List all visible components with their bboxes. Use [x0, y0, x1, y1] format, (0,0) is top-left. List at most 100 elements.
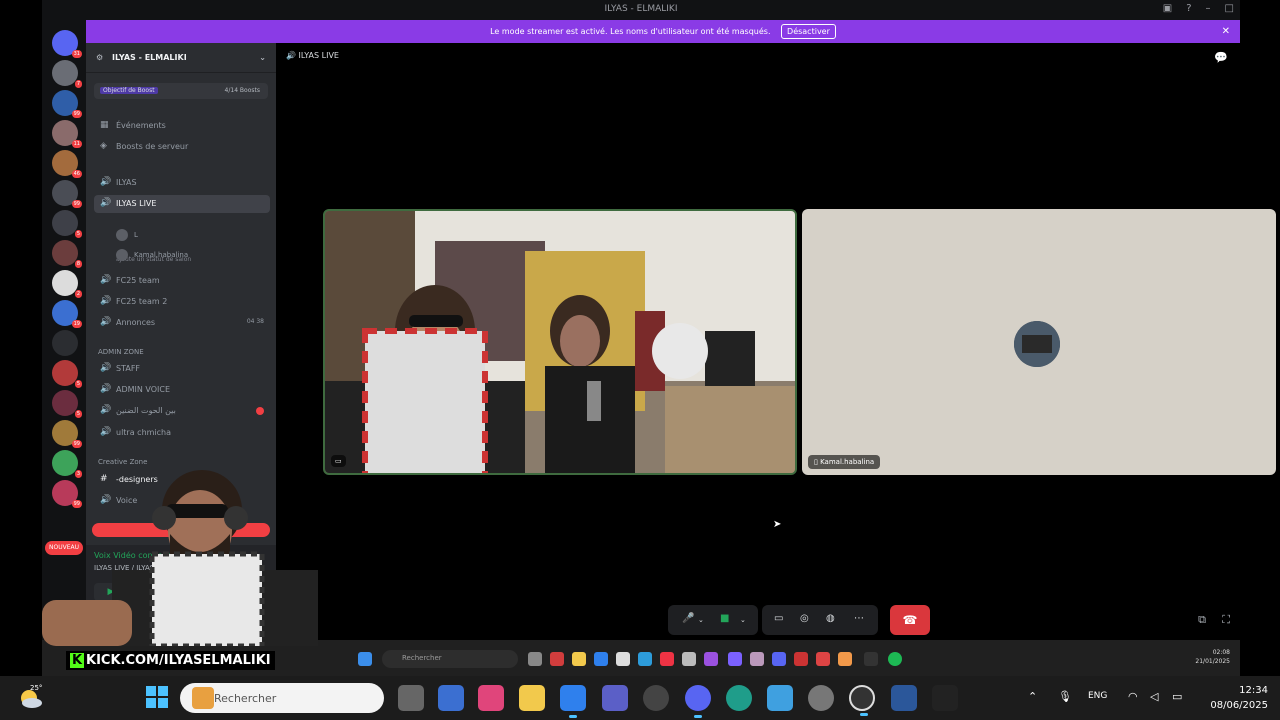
voice-channel[interactable]: 🔊 ultra chmicha [94, 424, 270, 442]
file-explorer-icon[interactable] [519, 685, 545, 711]
app-icon[interactable] [767, 685, 793, 711]
category-admin-zone[interactable]: ADMIN ZONE [98, 348, 144, 356]
app-icon[interactable] [682, 652, 696, 666]
voice-channel[interactable]: 🔊 ILYAS [94, 174, 270, 192]
voice-channel-active[interactable]: 🔊 ILYAS LIVE [94, 195, 270, 213]
app-icon[interactable] [528, 652, 542, 666]
wifi-icon[interactable]: ◠ [1128, 690, 1138, 703]
fullscreen-icon[interactable]: ⛶ [1222, 613, 1230, 627]
clock[interactable]: 12:34 08/06/2025 [1210, 683, 1268, 713]
server-icon[interactable]: 99 [52, 90, 82, 118]
voice-channel[interactable]: 🔊 Annonces 04 38 [94, 314, 270, 332]
home-button[interactable]: 31 [52, 30, 82, 58]
speaker-icon: 🔊 [100, 198, 112, 208]
boost-progress[interactable]: Objectif de Boost 4/14 Boosts [94, 83, 268, 99]
server-icon[interactable]: 8 [52, 240, 82, 268]
app-icon[interactable] [794, 652, 808, 666]
chevron-up-icon[interactable]: ⌃ [1028, 690, 1037, 703]
voice-member[interactable]: L [116, 229, 138, 241]
edge-icon[interactable] [726, 685, 752, 711]
spotify-icon[interactable] [888, 652, 902, 666]
chat-icon[interactable]: 💬 [1214, 51, 1228, 64]
volume-icon[interactable]: ◁ [1150, 690, 1158, 703]
settings-icon[interactable] [808, 685, 834, 711]
voice-channel[interactable]: 🔊 بين الحوت الضنين [94, 402, 270, 420]
start-button[interactable] [146, 686, 168, 708]
voice-member[interactable]: Kamal.habalina [116, 249, 188, 261]
edge-icon[interactable] [594, 652, 608, 666]
microphone-icon[interactable]: 🎙 [1058, 690, 1072, 703]
windows-start-icon[interactable] [358, 652, 372, 666]
app-icon[interactable] [728, 652, 742, 666]
voice-channel[interactable]: 🔊 ADMIN VOICE [94, 381, 270, 399]
task-view-icon[interactable] [398, 685, 424, 711]
battery-icon[interactable]: ▭ [1172, 690, 1182, 703]
app-icon[interactable] [864, 652, 878, 666]
app-icon[interactable] [616, 652, 630, 666]
word-icon[interactable] [891, 685, 917, 711]
microphone-icon[interactable]: 🎤 [682, 613, 694, 624]
server-icon[interactable]: 19 [52, 300, 82, 328]
server-icon[interactable]: 5 [52, 390, 82, 418]
minimize-icon[interactable]: – [1206, 3, 1211, 14]
folder-icon[interactable] [572, 652, 586, 666]
help-icon[interactable]: ? [1186, 3, 1191, 14]
popout-icon[interactable]: ⧉ [1198, 613, 1206, 627]
disconnect-button[interactable]: ☎ [890, 605, 930, 635]
server-icon[interactable]: 5 [52, 210, 82, 238]
camera-icon[interactable]: ■ [720, 613, 729, 624]
app-icon[interactable] [750, 652, 764, 666]
server-icon[interactable]: 46 [52, 150, 82, 178]
more-icon[interactable]: ⋯ [854, 613, 864, 624]
speaker-icon: 🔊 [100, 275, 112, 285]
activity-icon[interactable]: ◎ [800, 613, 809, 624]
inner-search-input[interactable]: Rechercher [382, 650, 518, 668]
events-item[interactable]: ▦ Événements [94, 117, 270, 135]
server-icon[interactable]: 5 [52, 360, 82, 388]
discord-icon[interactable] [685, 685, 711, 718]
category-creative-zone[interactable]: Creative Zone [98, 458, 147, 466]
close-icon[interactable]: ✕ [1222, 20, 1230, 43]
app-icon[interactable] [816, 652, 830, 666]
teams-icon[interactable] [602, 685, 628, 711]
video-tile-participant[interactable]: ▯ Kamal.habalina [802, 209, 1276, 475]
chevron-down-icon[interactable]: ⌄ [740, 616, 746, 624]
app-icon[interactable] [438, 685, 464, 711]
server-header[interactable]: ⚙ ILYAS - ELMALIKI ⌄ [86, 43, 276, 73]
server-boosts-item[interactable]: ◈ Boosts de serveur [94, 138, 270, 156]
chevron-down-icon[interactable]: ⌄ [698, 616, 704, 624]
server-icon[interactable]: 2 [52, 270, 82, 298]
server-icon[interactable]: 99 [52, 180, 82, 208]
voice-channel[interactable]: 🔊 STAFF [94, 360, 270, 378]
disable-button[interactable]: Désactiver [781, 24, 836, 39]
window-title: ILYAS - ELMALIKI [604, 4, 678, 14]
app-icon[interactable] [638, 652, 652, 666]
outlook-icon[interactable] [560, 685, 586, 718]
app-icon[interactable] [643, 685, 669, 711]
voice-channel[interactable]: 🔊 FC25 team [94, 272, 270, 290]
media-player-icon[interactable] [849, 685, 875, 716]
discord-icon[interactable] [772, 652, 786, 666]
maximize-icon[interactable]: □ [1225, 3, 1234, 14]
window-controls: ▣ ? – □ [1163, 3, 1234, 14]
language-indicator[interactable]: ENG [1088, 691, 1107, 701]
inbox-icon[interactable]: ▣ [1163, 3, 1172, 14]
weather-widget[interactable]: 25° [18, 684, 44, 710]
server-icon[interactable]: 99 [52, 420, 82, 448]
chrome-icon[interactable] [660, 652, 674, 666]
server-icon[interactable]: 11 [52, 120, 82, 148]
server-icon[interactable]: 7 [52, 60, 82, 88]
video-tile-streamer[interactable]: ▭ [323, 209, 797, 475]
audio-meter-icon[interactable] [932, 685, 958, 711]
soundboard-icon[interactable]: ◍ [826, 613, 835, 624]
avatar [116, 249, 128, 261]
voice-channel[interactable]: 🔊 FC25 team 2 [94, 293, 270, 311]
screen-share-icon[interactable]: ▭ [774, 613, 783, 624]
app-icon[interactable] [550, 652, 564, 666]
app-icon[interactable] [704, 652, 718, 666]
app-icon[interactable] [838, 652, 852, 666]
server-icon[interactable] [52, 330, 78, 356]
title-bar: ILYAS - ELMALIKI ▣ ? – □ [42, 0, 1240, 20]
taskbar-search[interactable]: ⌕ Rechercher [180, 683, 384, 713]
copilot-icon[interactable] [478, 685, 504, 711]
